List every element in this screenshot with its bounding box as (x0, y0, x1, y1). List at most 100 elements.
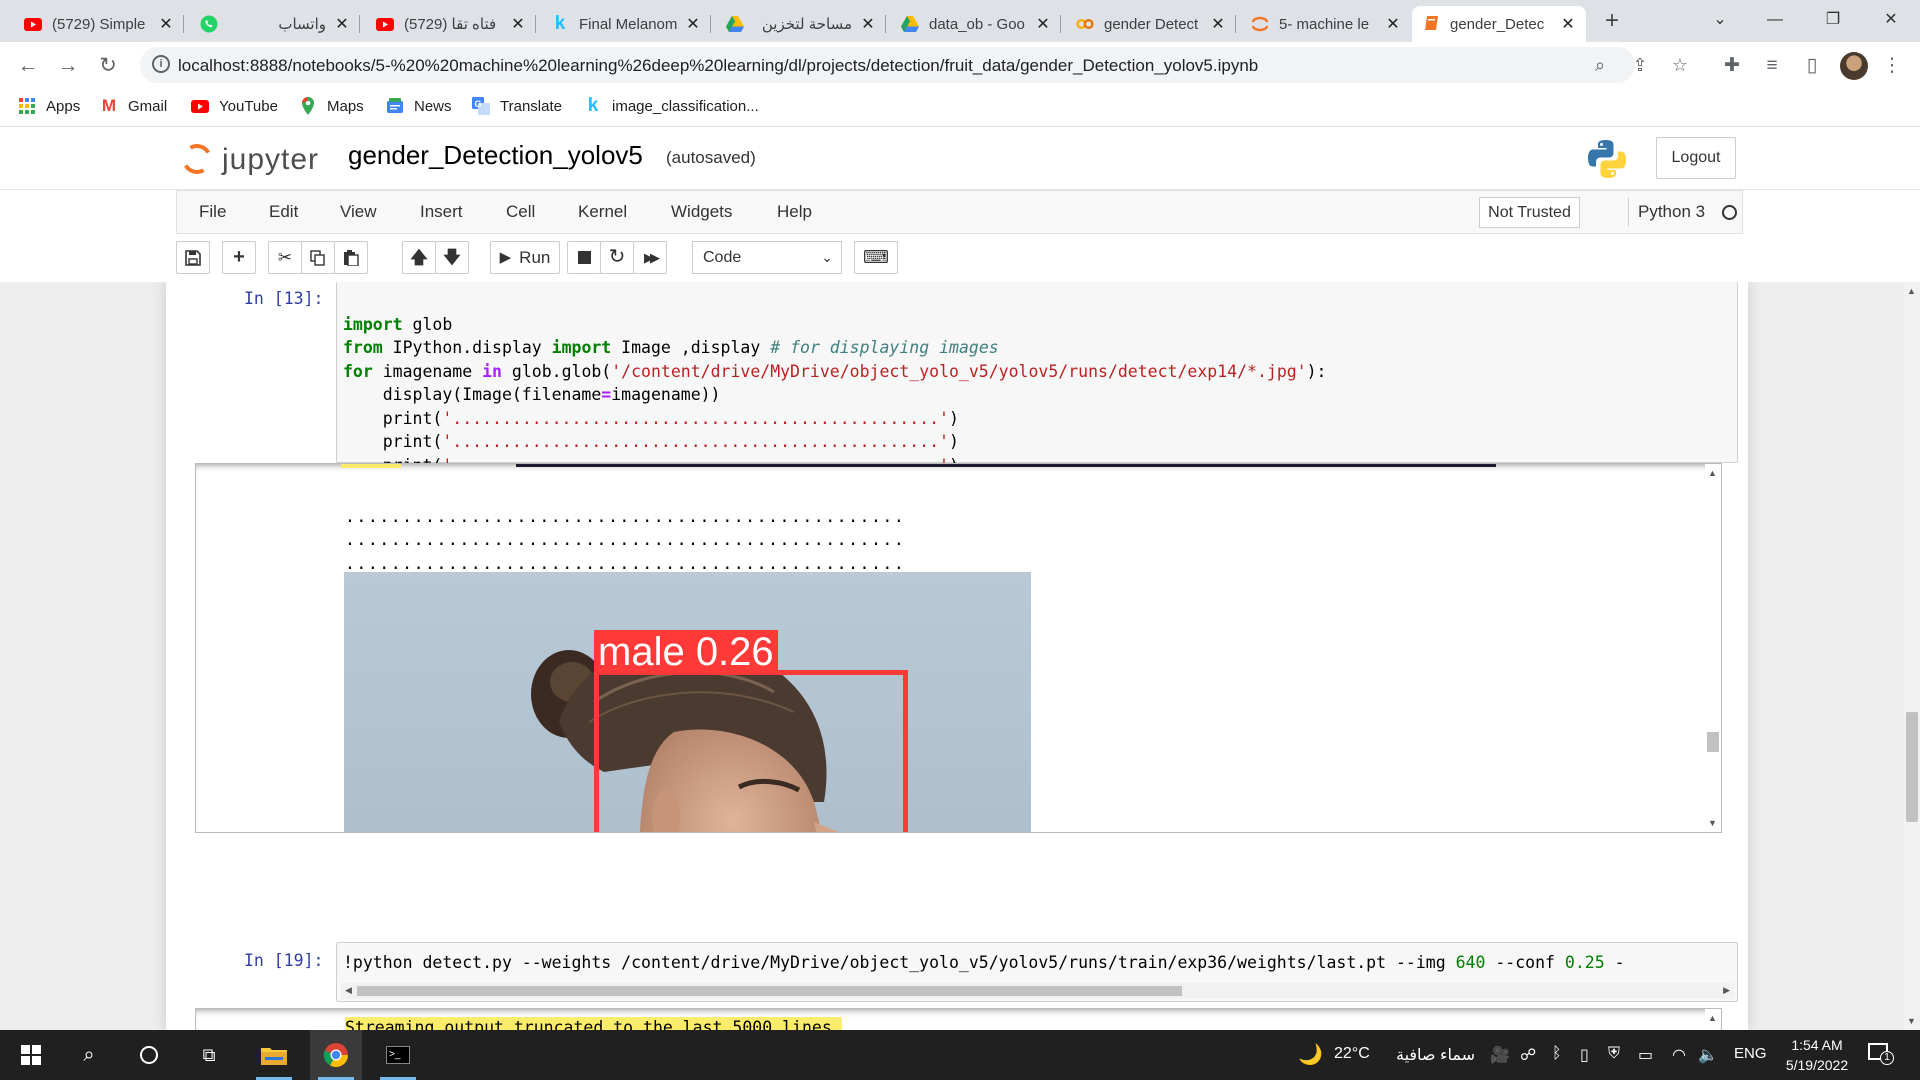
bookmark-youtube[interactable]: YouTube (191, 97, 278, 115)
forward-arrow-icon[interactable]: → (54, 52, 82, 80)
window-close-icon[interactable]: ✕ (1866, 0, 1916, 40)
code-cell-input[interactable]: import glob from IPython.display import I… (336, 282, 1738, 475)
scroll-down-icon[interactable]: ▼ (1907, 1016, 1916, 1026)
code-horizontal-scrollbar[interactable]: ◀ ▶ (341, 983, 1734, 999)
copy-button[interactable] (301, 241, 335, 274)
zoom-app-icon[interactable]: 🎥 (1490, 1045, 1510, 1065)
weather-temperature[interactable]: 22°C (1334, 1045, 1370, 1063)
back-arrow-icon[interactable]: ← (14, 52, 42, 80)
scroll-up-icon[interactable]: ▲ (1907, 286, 1916, 296)
battery-icon[interactable]: ▭ (1638, 1045, 1653, 1065)
volume-icon[interactable]: 🔈 (1698, 1045, 1718, 1065)
bookmark-star-icon[interactable]: ☆ (1670, 55, 1690, 75)
menu-widgets[interactable]: Widgets (671, 202, 732, 222)
move-down-button[interactable]: 🡇 (435, 241, 469, 274)
close-icon[interactable]: ✕ (510, 14, 526, 34)
run-button[interactable]: ▶ Run (490, 241, 560, 274)
scroll-up-icon[interactable]: ▲ (1708, 1013, 1717, 1023)
restart-kernel-button[interactable]: ↻ (600, 241, 634, 274)
scroll-left-icon[interactable]: ◀ (345, 985, 352, 996)
scrollbar-thumb[interactable] (1707, 732, 1719, 752)
paste-button[interactable] (334, 241, 368, 274)
wifi-icon[interactable]: ◠ (1672, 1045, 1686, 1065)
code-editor[interactable]: !python detect.py --weights /content/dri… (343, 951, 1625, 975)
extensions-puzzle-icon[interactable]: ✚ (1720, 54, 1744, 78)
close-icon[interactable]: ✕ (860, 14, 876, 34)
trust-status-button[interactable]: Not Trusted (1479, 197, 1580, 228)
bookmark-image-classification[interactable]: k image_classification... (584, 95, 759, 116)
close-icon[interactable]: ✕ (158, 14, 174, 34)
output-scrollbar[interactable]: ▲ ▼ (1705, 464, 1721, 832)
close-icon[interactable]: ✕ (1560, 14, 1576, 34)
taskbar-chrome[interactable] (310, 1030, 362, 1080)
scroll-down-icon[interactable]: ▼ (1708, 818, 1717, 828)
close-icon[interactable]: ✕ (1210, 14, 1226, 34)
browser-tab[interactable]: k Final Melanom ✕ (541, 6, 711, 42)
security-shield-icon[interactable]: ⛨ (1608, 1045, 1620, 1063)
jupyter-logo[interactable]: jupyter (178, 138, 332, 182)
zoom-icon[interactable]: ⌕ (1590, 55, 1610, 75)
page-scrollbar[interactable]: ▲ ▼ (1904, 282, 1920, 1030)
bookmark-translate[interactable]: G Translate (472, 97, 562, 115)
site-info-icon[interactable]: i (152, 55, 170, 73)
bookmark-apps[interactable]: Apps (18, 97, 80, 115)
menu-kernel[interactable]: Kernel (578, 202, 627, 222)
bluetooth-icon[interactable]: ᛒ (1552, 1045, 1562, 1063)
reload-icon[interactable]: ↻ (94, 52, 122, 80)
menu-edit[interactable]: Edit (269, 202, 298, 222)
restart-run-all-button[interactable]: ▶▶ (633, 241, 667, 274)
scrollbar-thumb[interactable] (1906, 712, 1918, 822)
output-scroll-area[interactable]: Streaming output truncated to the last 5… (195, 1008, 1722, 1030)
browser-tab[interactable]: مساحة لتخزين ✕ (716, 6, 886, 42)
code-cell-input[interactable]: !python detect.py --weights /content/dri… (336, 942, 1738, 1002)
menu-insert[interactable]: Insert (420, 202, 463, 222)
taskbar-terminal[interactable]: >_ (372, 1030, 424, 1080)
menu-cell[interactable]: Cell (506, 202, 535, 222)
bookmark-maps[interactable]: Maps (299, 97, 364, 115)
menu-file[interactable]: File (199, 202, 226, 222)
profile-avatar[interactable] (1840, 52, 1868, 80)
weather-description[interactable]: سماء صافية (1396, 1045, 1475, 1065)
task-view-button[interactable]: ⧉ (184, 1030, 234, 1080)
save-button[interactable] (176, 241, 210, 274)
browser-tab-active[interactable]: gender_Detec ✕ (1412, 6, 1586, 42)
browser-tab[interactable]: gender Detect ✕ (1066, 6, 1236, 42)
bookmark-gmail[interactable]: M Gmail (100, 96, 167, 115)
close-icon[interactable]: ✕ (685, 14, 701, 34)
bookmark-news[interactable]: News (386, 97, 452, 115)
browser-tab[interactable]: 5- machine le ✕ (1241, 6, 1411, 42)
cell-type-select[interactable]: Code ⌄ (692, 241, 842, 274)
cortana-button[interactable] (124, 1030, 174, 1080)
browser-tab[interactable]: data_ob - Goo ✕ (891, 6, 1061, 42)
menu-help[interactable]: Help (777, 202, 812, 222)
scrollbar-thumb[interactable] (357, 986, 1182, 996)
restore-icon[interactable]: ❐ (1808, 0, 1858, 40)
command-palette-button[interactable]: ⌨ (854, 241, 898, 274)
notification-center-button[interactable]: 1 (1868, 1043, 1894, 1065)
usb-device-icon[interactable]: ▯ (1580, 1045, 1589, 1065)
tab-search-chevron-icon[interactable]: ⌄ (1695, 0, 1745, 40)
close-icon[interactable]: ✕ (334, 14, 350, 34)
cut-button[interactable]: ✂ (268, 241, 302, 274)
code-editor[interactable]: import glob from IPython.display import I… (343, 289, 1327, 477)
close-icon[interactable]: ✕ (1385, 14, 1401, 34)
menu-view[interactable]: View (340, 202, 377, 222)
close-icon[interactable]: ✕ (1035, 14, 1051, 34)
browser-tab[interactable]: (5729) فتاه تقا ✕ (366, 6, 536, 42)
output-scrollbar[interactable]: ▲ (1705, 1009, 1721, 1030)
move-up-button[interactable]: 🡅 (402, 241, 436, 274)
notebook-name[interactable]: gender_Detection_yolov5 (348, 140, 643, 171)
network-share-icon[interactable]: ☍ (1520, 1045, 1536, 1065)
moon-weather-icon[interactable]: 🌙 (1298, 1042, 1323, 1067)
output-scroll-area[interactable]: ........................................… (195, 463, 1722, 833)
side-panel-icon[interactable]: ▯ (1800, 54, 1824, 78)
interrupt-kernel-button[interactable] (567, 241, 601, 274)
browser-tab[interactable]: (5729) Simple ✕ (14, 6, 184, 42)
notebook-area[interactable]: In [13]: import glob from IPython.display… (0, 282, 1904, 1030)
share-icon[interactable]: ⇪ (1630, 55, 1650, 75)
logout-button[interactable]: Logout (1656, 137, 1736, 179)
system-clock[interactable]: 1:54 AM 5/19/2022 (1772, 1035, 1862, 1075)
new-tab-button[interactable]: + (1600, 6, 1624, 38)
start-button[interactable] (6, 1030, 56, 1080)
input-language[interactable]: ENG (1734, 1045, 1767, 1062)
